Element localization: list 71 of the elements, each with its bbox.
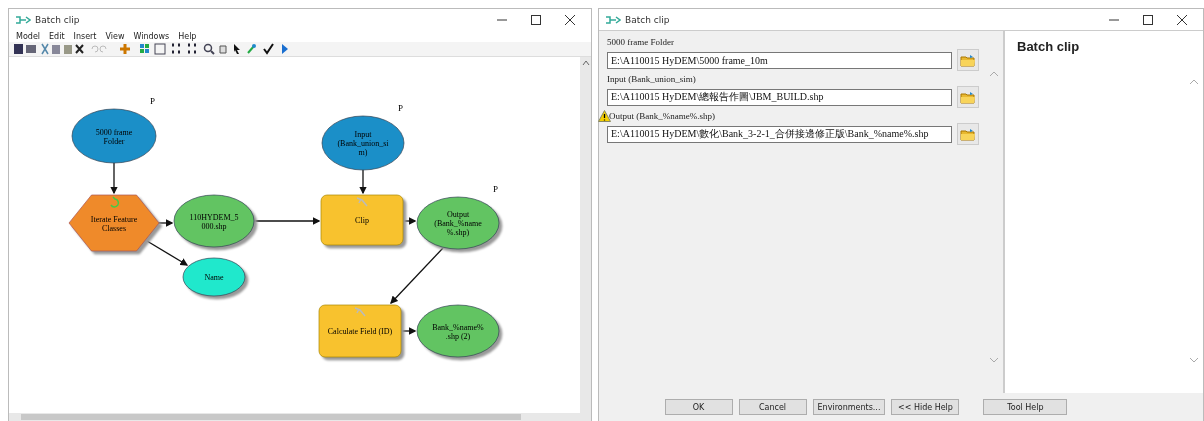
scroll-up-icon[interactable]: [1189, 79, 1199, 85]
path-input-field[interactable]: E:\A110015 HyDEM\5000 frame_10m: [607, 51, 952, 69]
browse-button[interactable]: [957, 49, 979, 71]
loop-icon: [110, 196, 120, 208]
model-icon: [605, 14, 621, 25]
connector-arrow: [390, 247, 444, 304]
dialog-button[interactable]: Cancel: [738, 399, 807, 415]
menu-item[interactable]: Windows: [133, 31, 170, 41]
connector-arrow: [400, 327, 417, 335]
scroll-up-icon[interactable]: [581, 60, 590, 66]
menu-item[interactable]: Insert: [73, 31, 97, 41]
parameter-mark: P: [493, 184, 498, 194]
data-node[interactable]: [173, 194, 255, 248]
connector-arrow: [158, 219, 174, 227]
node-label: Output (Bank_%name %.shp): [434, 210, 482, 237]
iterator-node[interactable]: [68, 194, 160, 252]
model-icon: [15, 14, 31, 25]
node-label: 5000 frame Folder: [95, 127, 133, 146]
parameter-mark: P: [150, 96, 155, 106]
connector-arrow: [359, 169, 367, 195]
tool-node[interactable]: [320, 194, 404, 246]
node-label: Name: [204, 273, 224, 282]
help-title: Batch clip: [1016, 38, 1081, 56]
close-icon[interactable]: [565, 14, 575, 25]
data-node[interactable]: [416, 196, 500, 250]
menu-item[interactable]: Help: [178, 31, 197, 41]
browse-button[interactable]: [957, 123, 979, 145]
scroll-up-icon[interactable]: [989, 71, 999, 77]
scroll-down-icon[interactable]: [989, 357, 999, 363]
tool-help-button[interactable]: Tool Help: [983, 399, 1068, 415]
path-input-field[interactable]: E:\A110015 HyDEM\總報告作圖\JBM_BUILD.shp: [607, 88, 952, 106]
menu-item[interactable]: Model: [16, 31, 41, 41]
menu-item[interactable]: View: [105, 31, 125, 41]
hammer-icon: [356, 197, 368, 207]
scroll-down-icon[interactable]: [1189, 357, 1199, 363]
parameter-mark: P: [398, 103, 403, 113]
path-input-field[interactable]: E:\A110015 HyDEM\數化\Bank_3-2-1_合併接邊修正版\Bank_%name%.shp: [607, 125, 952, 143]
node-label: Clip: [355, 216, 369, 225]
folder-icon: [960, 127, 976, 141]
close-icon[interactable]: [1177, 14, 1187, 25]
browse-button[interactable]: [957, 86, 979, 108]
maximize-icon[interactable]: [1143, 14, 1153, 25]
parameter-label: 5000 frame Folder: [607, 37, 674, 47]
data-node[interactable]: [321, 115, 405, 171]
node-label: Iterate Feature Classes: [90, 214, 138, 233]
data-node[interactable]: [416, 304, 500, 358]
connector-arrow: [402, 217, 417, 225]
dialog-button[interactable]: << Hide Help: [891, 399, 960, 415]
connector-arrow: [253, 217, 321, 225]
horizontal-scrollbar[interactable]: [9, 413, 591, 421]
node-label: Calculate Field (ID): [327, 327, 393, 336]
window-title: Batch clip: [35, 14, 80, 25]
dialog-button[interactable]: Environments...: [812, 399, 886, 415]
node-label: Bank_%name% .shp (2): [432, 322, 484, 341]
data-node[interactable]: [182, 257, 246, 297]
node-label: Input (Bank_union_si m): [337, 130, 389, 157]
maximize-icon[interactable]: [531, 14, 541, 25]
node-label: 110HYDEM_5 000.shp: [189, 212, 239, 231]
window-title: Batch clip: [625, 14, 670, 25]
parameter-label: Output (Bank_%name%.shp): [609, 111, 715, 121]
data-node[interactable]: [71, 108, 157, 164]
connector-arrow: [146, 240, 189, 266]
dialog-button[interactable]: OK: [664, 399, 733, 415]
vertical-scrollbar[interactable]: [580, 57, 591, 413]
folder-icon: [960, 53, 976, 67]
parameter-label: Input (Bank_union_sim): [607, 74, 696, 84]
tool-node[interactable]: [318, 304, 402, 358]
menu-item[interactable]: Edit: [49, 31, 65, 41]
connector-arrow: [110, 162, 118, 195]
hammer-icon: [354, 307, 366, 317]
folder-icon: [960, 90, 976, 104]
